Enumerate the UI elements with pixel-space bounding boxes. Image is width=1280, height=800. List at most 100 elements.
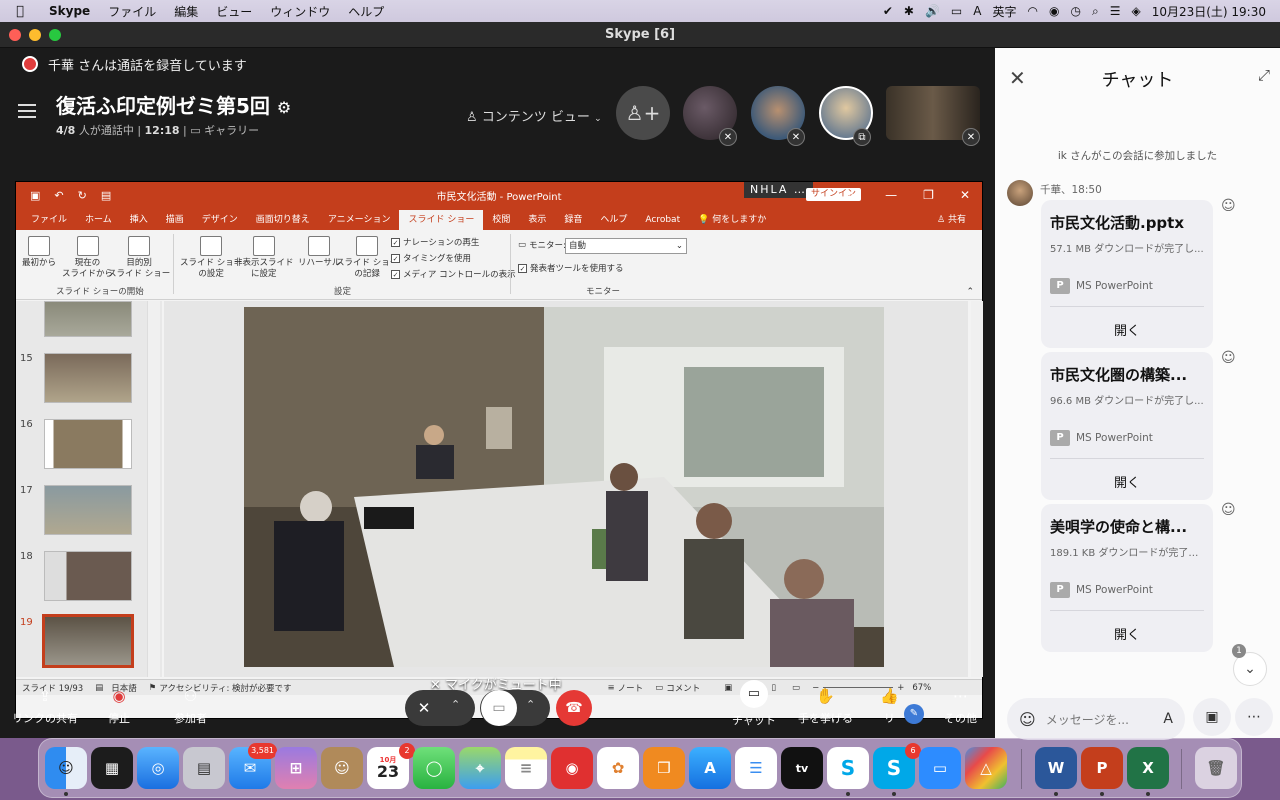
bluetooth-status-icon[interactable]: ✱ (904, 4, 914, 18)
slide-thumbnail-16[interactable] (44, 419, 132, 469)
format-text-icon[interactable]: A (1163, 711, 1173, 727)
apple-tv-icon[interactable]: tv (781, 747, 823, 789)
photos-icon[interactable]: ✿ (597, 747, 639, 789)
trash-icon[interactable]: 🗑 (1195, 747, 1237, 789)
emoji-icon[interactable]: ☺ (1019, 710, 1036, 729)
tab-animations[interactable]: アニメーション (319, 210, 400, 230)
from-current-button[interactable]: 現在の スライドから (62, 236, 113, 280)
apple-menu-icon[interactable]:  (0, 4, 40, 19)
presenter-view-checkbox[interactable]: ✓ 発表者ツールを使用する (518, 262, 624, 274)
tab-review[interactable]: 校閲 (483, 210, 519, 230)
slide-thumbnail-14[interactable] (44, 301, 132, 337)
preview-icon[interactable]: ▤ (183, 747, 225, 789)
tab-insert[interactable]: 挿入 (121, 210, 157, 230)
tab-transitions[interactable]: 画面切り替え (247, 210, 319, 230)
reminders-icon[interactable]: ☰ (735, 747, 777, 789)
current-slide-photo[interactable] (244, 307, 884, 667)
monitor-select[interactable]: 自動 ⌄ (565, 238, 687, 254)
mic-options-chevron-icon[interactable]: ⌃ (451, 698, 460, 711)
tab-acrobat[interactable]: Acrobat (636, 210, 689, 230)
contacts-icon[interactable]: ☺ (321, 747, 363, 789)
spotlight-search-icon[interactable]: ⌕ (1092, 4, 1099, 19)
slide-thumbnail-pane[interactable]: 15 16 17 18 19 (16, 301, 162, 677)
slide-thumbnail-17[interactable] (44, 485, 132, 535)
narration-checkbox[interactable]: ✓ ナレーションの再生 (391, 236, 479, 248)
mission-control-icon[interactable]: ▦ (91, 747, 133, 789)
tab-view[interactable]: 表示 (519, 210, 555, 230)
thumbnail-scrollbar[interactable] (147, 301, 160, 677)
photo-booth-icon[interactable]: ◉ (551, 747, 593, 789)
restore-icon[interactable]: ❐ (923, 188, 934, 202)
volume-icon[interactable]: 🔊 (925, 4, 940, 18)
sender-avatar[interactable] (1007, 180, 1033, 206)
safari-icon[interactable]: ◎ (137, 747, 179, 789)
slide-thumbnail-15[interactable] (44, 353, 132, 403)
messages-icon[interactable]: ◯ (413, 747, 455, 789)
skype-alt-icon[interactable]: S6 (873, 743, 921, 789)
more-compose-options-button[interactable]: ⋯ (1235, 698, 1273, 736)
menu-edit[interactable]: 編集 (165, 3, 207, 20)
input-mode-label[interactable]: 英字 (992, 3, 1016, 20)
add-reaction-icon[interactable]: ☺ (1221, 350, 1236, 366)
record-slideshow-button[interactable]: スライド ショー の記録 (336, 236, 398, 280)
books-icon[interactable]: ❒ (643, 747, 685, 789)
add-reaction-icon[interactable]: ☺ (1221, 502, 1236, 518)
call-title[interactable]: 復活ふ印定例ゼミ第5回 ⚙ (56, 90, 291, 119)
menu-file[interactable]: ファイル (99, 3, 165, 20)
tab-record[interactable]: 録音 (555, 210, 591, 230)
tab-home[interactable]: ホーム (76, 210, 121, 230)
pen-annotate-icon[interactable]: ✎ (904, 704, 924, 724)
react-button[interactable]: 👍 リ (880, 686, 899, 726)
tab-file[interactable]: ファイル (22, 210, 76, 230)
slide-thumbnail-19-selected[interactable] (42, 614, 134, 668)
zoom-icon[interactable]: ▭ (919, 747, 961, 789)
minimize-icon[interactable]: — (885, 188, 897, 202)
expand-icon[interactable]: ⤢ (1258, 66, 1270, 84)
app-store-icon[interactable]: A (689, 747, 731, 789)
wifi-icon[interactable]: ◠ (1028, 4, 1038, 18)
launchpad-icon[interactable]: ⊞ (275, 747, 317, 789)
raise-hand-button[interactable]: ✋ 手を挙げる (798, 686, 853, 726)
participants-button[interactable]: ⚇ 参加者 (174, 686, 207, 726)
more-options-button[interactable]: ⋯ その他 (944, 686, 977, 726)
hamburger-menu-icon[interactable] (18, 104, 36, 118)
tab-help[interactable]: ヘルプ (591, 210, 636, 230)
checkmark-status-icon[interactable]: ✔ (883, 4, 893, 18)
notes-icon[interactable]: ≡ (505, 747, 547, 789)
file-card[interactable]: 市民文化圏の構築... 96.6 MB ダウンロードが完了し... P MS Po… (1041, 352, 1213, 500)
open-file-button[interactable]: 開く (1041, 624, 1213, 643)
time-machine-icon[interactable]: ◷ (1070, 4, 1080, 18)
tab-slideshow[interactable]: スライド ショー (399, 210, 484, 230)
rehearse-button[interactable]: リハーサル (298, 236, 340, 269)
finder-icon[interactable]: ☺ (45, 747, 87, 789)
minimize-window-button[interactable] (29, 29, 41, 41)
message-compose[interactable]: ☺ メッセージを... A (1007, 698, 1185, 740)
tell-me-search[interactable]: 💡 何をしますか (689, 210, 775, 230)
close-icon[interactable]: ✕ (960, 188, 970, 202)
menu-help[interactable]: ヘルプ (339, 3, 393, 20)
video-options-chevron-icon[interactable]: ⌃ (526, 698, 535, 711)
collapse-ribbon-icon[interactable]: ⌃ (966, 287, 974, 297)
control-center-icon[interactable]: ☰ (1110, 4, 1121, 18)
mail-icon[interactable]: ✉ 3,581 (229, 743, 277, 789)
ribbon-display-icon[interactable]: ▭ (848, 188, 859, 202)
open-file-button[interactable]: 開く (1041, 472, 1213, 491)
add-reaction-icon[interactable]: ☺ (1221, 198, 1236, 214)
tab-design[interactable]: デザイン (193, 210, 247, 230)
file-card[interactable]: 美唄学の使命と構... 189.1 KB ダウンロードが完了し... P MS P… (1041, 504, 1213, 652)
excel-icon[interactable]: X (1127, 747, 1169, 789)
share-button[interactable]: ♙ 共有 (937, 210, 982, 230)
media-gallery-button[interactable]: ▣ (1193, 698, 1231, 736)
menu-view[interactable]: ビュー (207, 3, 261, 20)
timing-checkbox[interactable]: ✓ タイミングを使用 (391, 252, 471, 264)
layout-label[interactable]: ギャラリー (204, 124, 259, 137)
settings-gear-icon[interactable]: ⚙ (277, 98, 291, 117)
slide-editor[interactable] (164, 301, 968, 677)
zoom-window-button[interactable] (49, 29, 61, 41)
video-toggle-button[interactable]: ▭ (481, 690, 517, 726)
menubar-clock[interactable]: 10月23日(土) 19:30 (1152, 3, 1266, 20)
skype-icon[interactable]: S (827, 747, 869, 789)
user-icon[interactable]: ◉ (1049, 4, 1059, 18)
share-link-button[interactable]: ⇪ リンクの共有 (12, 686, 78, 726)
open-file-button[interactable]: 開く (1041, 320, 1213, 339)
